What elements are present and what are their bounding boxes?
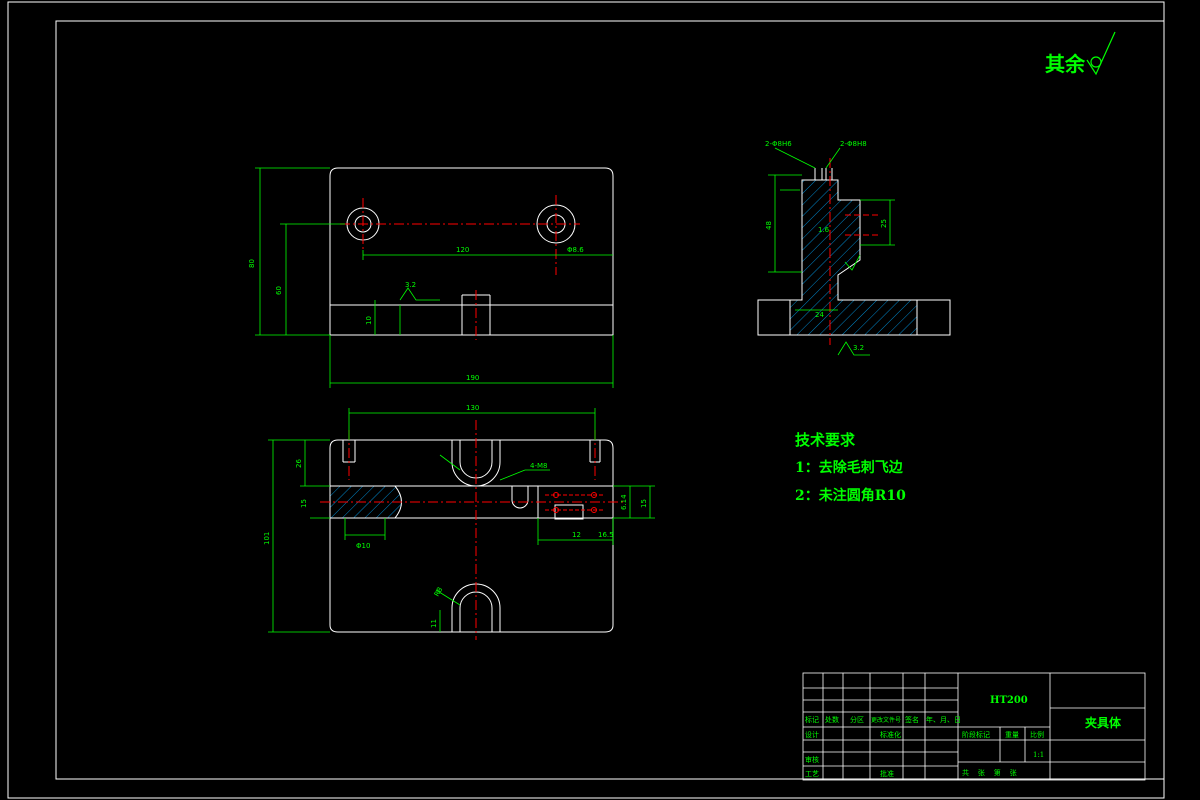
top-view: 80 60 120 Φ8.6 190 10 3.2: [248, 167, 614, 388]
tb-weight-label: 重量: [1005, 731, 1019, 739]
tb-process-label: 工艺: [805, 770, 819, 778]
dim-front-thread: 4-M8: [530, 462, 547, 470]
dim-top-slot: 10: [365, 316, 373, 325]
tb-change-doc-label: 更改文件号: [871, 716, 901, 724]
dim-top-hole-dia: Φ8.6: [567, 246, 584, 254]
front-view: 130 101 26 15 Φ10 12 16.5 15 6.14 4-M8 R…: [263, 404, 655, 640]
dim-top-width: 190: [466, 374, 479, 382]
tb-design-label: 设计: [805, 730, 819, 739]
roughness-symbol-icon: [1086, 31, 1116, 76]
dim-top-hole-span: 120: [456, 246, 469, 254]
tb-zone-label: 分区: [850, 715, 864, 724]
dim-side-small: 1.6: [818, 226, 830, 234]
tb-approve-label: 批准: [880, 769, 894, 778]
tb-review-label: 审核: [805, 755, 819, 764]
dim-front-bottom-h: 11: [430, 619, 438, 628]
dim-front-right4: 6.14: [620, 494, 628, 510]
dim-front-phi10: Φ10: [356, 542, 370, 550]
tb-material: HT200: [990, 695, 1028, 706]
dim-front-right1: 12: [572, 531, 581, 539]
tb-sheet-text: 共 张 第 张: [962, 768, 1017, 777]
dim-side-hole2: 2-Φ8H8: [840, 140, 867, 148]
technical-drawing: 其余 80 60 120 Φ8.6 190 10 3.2 2-Φ8H6 2-Φ8…: [7, 1, 1165, 799]
roughness-note: 其余: [1045, 52, 1086, 76]
dim-front-right2: 16.5: [598, 531, 614, 539]
dim-front-height: 101: [263, 532, 271, 545]
tb-scale-label: 比例: [1030, 730, 1044, 739]
dim-front-right3: 15: [640, 499, 648, 508]
tech-req-item1: 1：去除毛刺飞边: [795, 459, 904, 476]
tb-scale-value: 1:1: [1033, 751, 1044, 759]
tb-part-name: 夹具体: [1085, 715, 1122, 730]
dim-front-left: 26: [295, 459, 303, 468]
tb-stage-mark-label: 阶段标记: [962, 730, 990, 739]
tb-sign-label: 签名: [905, 715, 919, 724]
tb-date-label: 年、月、日: [926, 715, 961, 724]
tech-req-title: 技术要求: [795, 431, 856, 449]
side-view: 2-Φ8H6 2-Φ8H8 3.2 48 25 24 1.6: [757, 140, 951, 356]
tb-mark-label: 标记: [805, 715, 819, 724]
dim-side-h1: 48: [765, 221, 773, 230]
tech-req-item2: 2：未注圆角R10: [795, 487, 906, 504]
dim-top-height: 80: [248, 259, 256, 268]
dim-top-inner: 60: [275, 286, 283, 295]
outer-border: [7, 1, 1165, 799]
tb-standard-label: 标准化: [880, 730, 901, 739]
dim-side-h3: 24: [815, 311, 824, 319]
dim-front-width: 130: [466, 404, 479, 412]
dim-side-hole1: 2-Φ8H6: [765, 140, 792, 148]
dim-front-small: 15: [300, 499, 308, 508]
dim-front-bottom-r: R8: [433, 586, 445, 598]
dim-side-h2: 25: [880, 219, 888, 228]
tb-count-label: 处数: [825, 715, 839, 724]
dim-top-rough: 3.2: [405, 281, 416, 289]
inner-border: [55, 20, 1165, 780]
dim-side-rough: 3.2: [853, 344, 864, 352]
